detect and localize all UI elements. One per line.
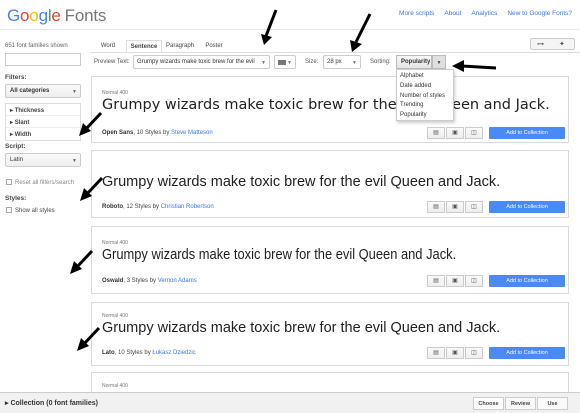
font-meta: Oswald, 3 Styles by Vernon Adams [102,278,197,284]
pop-out-icon[interactable]: ▣ [446,347,464,359]
compare-icon[interactable]: ◫ [465,275,483,287]
reset-filters-button[interactable]: Reset all filters/search [6,179,74,186]
choose-button[interactable]: Choose [473,397,504,410]
add-to-collection-button[interactable]: Add to Collection [489,347,565,359]
font-meta: Roboto, 12 Styles by Christian Robertson [102,204,214,210]
annotation-arrow-icon [350,13,372,52]
sorting-dropdown: Alphabet Date added Number of styles Tre… [396,69,454,121]
script-label: Script: [5,143,26,150]
annotation-arrow-icon [79,111,103,136]
compare-icon[interactable]: ◫ [465,201,483,213]
reset-icon [6,179,12,185]
review-button[interactable]: Review [505,397,536,410]
annotation-arrow-icon [77,326,101,351]
compare-icon[interactable]: ◫ [465,347,483,359]
add-to-collection-button[interactable]: Add to Collection [489,201,565,213]
more-scripts-link[interactable]: More scripts [399,10,434,17]
preview-text-select[interactable]: Grumpy wizards make toxic brew for the e… [133,55,270,69]
size-label: Size: [305,59,319,65]
annotation-arrow-icon [70,249,94,274]
sort-option-trending[interactable]: Trending [397,101,453,111]
preview-text-label: Preview Text: [94,59,130,65]
font-sample-text: Grumpy wizards make toxic brew for the e… [102,97,550,113]
chevron-down-icon[interactable]: ▼ [432,55,446,69]
show-all-styles-checkbox[interactable]: Show all styles [6,207,55,214]
analytics-link[interactable]: Analytics [471,10,497,17]
font-sample-text: Grumpy wizards make toxic brew for the e… [102,320,501,336]
filter-slant[interactable]: ▸ Slant [6,116,80,128]
sort-option-alphabet[interactable]: Alphabet [397,72,453,82]
sort-option-number-of-styles[interactable]: Number of styles [397,92,453,102]
checkbox-icon [6,207,12,213]
font-style-label: Normal 400 [102,383,128,389]
font-meta: Lato, 10 Styles by Łukasz Dziedzic [102,350,196,356]
tabs-divider [90,52,580,53]
font-card-oswald: Normal 400 Grumpy wizards make toxic bre… [91,226,569,294]
top-header: Google Fonts More scripts About Analytics… [0,0,580,30]
quick-use-icon[interactable]: ▤ [427,201,445,213]
filter-thickness[interactable]: ▸ Thickness [6,104,80,116]
font-card-lato: Normal 400 Grumpy wizards make toxic bre… [91,302,569,366]
styles-label: Styles: [5,195,27,202]
sort-option-date-added[interactable]: Date added [397,82,453,92]
collection-footer: ▸ Collection (0 font families) Choose Re… [0,392,580,413]
quick-use-icon[interactable]: ▤ [427,127,445,139]
font-card-open-sans: Normal 400 Grumpy wizards make toxic bre… [91,76,569,143]
quick-use-icon[interactable]: ▤ [427,347,445,359]
pop-out-icon[interactable]: ▣ [446,275,464,287]
add-to-collection-button[interactable]: Add to Collection [489,275,565,287]
view-toggle: ⊶ ✦ [530,38,575,50]
annotation-arrow-icon [80,176,104,201]
link-icon[interactable]: ⊶ [537,40,544,48]
category-select[interactable]: All categories ▼ [5,84,81,98]
author-link[interactable]: Christian Robertson [161,204,214,210]
chevron-down-icon: ▼ [287,60,292,66]
keyboard-icon [278,60,286,65]
font-style-label: Normal 400 [102,90,128,96]
filter-width[interactable]: ▸ Width [6,128,80,140]
font-count: 651 font families shown [5,43,68,49]
sort-option-popularity[interactable]: Popularity [397,111,453,121]
pop-out-icon[interactable]: ▣ [446,201,464,213]
about-link[interactable]: About [444,10,461,17]
search-input[interactable] [5,53,81,66]
sorting-select[interactable]: Popularity [396,55,432,69]
collection-toggle[interactable]: ▸ Collection (0 font families) [5,399,98,407]
top-links: More scripts About Analytics New to Goog… [391,10,572,17]
compare-icon[interactable]: ◫ [465,127,483,139]
chevron-down-icon: ▼ [72,89,77,95]
use-button[interactable]: Use [537,397,568,410]
language-select[interactable]: ▼ [274,55,296,69]
chevron-down-icon: ▼ [352,60,357,66]
script-select[interactable]: Latin ▼ [5,153,81,167]
author-link[interactable]: Steve Matteson [171,130,213,136]
font-sample-text: Grumpy wizards make toxic brew for the e… [102,246,457,263]
annotation-arrow-icon [261,9,278,45]
preview-controls: Preview Text: Grumpy wizards make toxic … [90,55,580,71]
size-select[interactable]: 28 px ▼ [323,55,361,69]
font-sample-text: Grumpy wizards make toxic brew for the e… [102,174,501,190]
annotation-arrow-icon [452,60,496,72]
filters-label: Filters: [5,74,27,81]
filter-list: ▸ Thickness ▸ Slant ▸ Width [5,103,81,141]
chevron-down-icon: ▼ [261,60,266,66]
new-to-google-fonts-link[interactable]: New to Google Fonts? [507,10,572,17]
expand-icon[interactable]: ✦ [559,40,565,48]
font-card-partial: Normal 400 [91,372,569,394]
author-link[interactable]: Łukasz Dziedzic [152,350,195,356]
add-to-collection-button[interactable]: Add to Collection [489,127,565,139]
sidebar: 651 font families shown Filters: All cat… [0,30,84,392]
chevron-down-icon: ▼ [72,158,77,164]
author-link[interactable]: Vernon Adams [158,278,197,284]
pop-out-icon[interactable]: ▣ [446,127,464,139]
font-style-label: Normal 400 [102,313,128,319]
quick-use-icon[interactable]: ▤ [427,275,445,287]
font-meta: Open Sans, 10 Styles by Steve Matteson [102,130,213,136]
google-fonts-logo[interactable]: Google Fonts [7,6,106,26]
font-card-roboto: Grumpy wizards make toxic brew for the e… [91,150,569,218]
sorting-label: Sorting: [370,59,391,65]
